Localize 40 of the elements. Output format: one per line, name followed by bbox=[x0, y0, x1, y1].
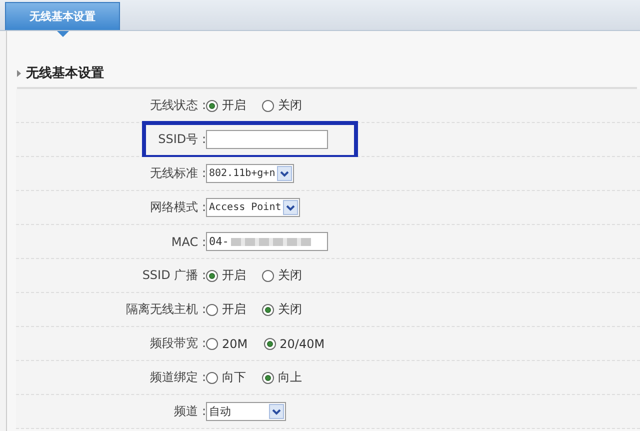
radio-button[interactable] bbox=[206, 270, 218, 282]
chevron-down-icon bbox=[277, 166, 292, 181]
option-label: 开启 bbox=[222, 301, 246, 318]
radio-button[interactable] bbox=[262, 372, 274, 384]
radio-button[interactable] bbox=[264, 338, 276, 350]
option-label: 开启 bbox=[222, 97, 246, 114]
option-label: 20M bbox=[222, 336, 248, 350]
radio-button[interactable] bbox=[206, 338, 218, 350]
radio-button[interactable] bbox=[206, 100, 218, 112]
field-label: MAC : bbox=[171, 234, 206, 248]
field-label: 无线标准 : bbox=[150, 165, 206, 182]
section-title: 无线基本设置 bbox=[26, 65, 104, 82]
field-label: SSID 广播 : bbox=[142, 267, 206, 284]
radio-button[interactable] bbox=[262, 100, 274, 112]
arrow-icon bbox=[17, 70, 21, 76]
field-label: 频道绑定 : bbox=[150, 369, 206, 386]
option-label: 关闭 bbox=[278, 97, 302, 114]
dropdown[interactable]: Access Point bbox=[206, 198, 300, 217]
dropdown[interactable]: 802.11b+g+n bbox=[206, 164, 294, 183]
chevron-down-icon bbox=[283, 200, 298, 215]
radio-button[interactable] bbox=[262, 304, 274, 316]
field-label: 频段带宽 : bbox=[150, 335, 206, 352]
mac-field[interactable]: 04- bbox=[206, 232, 328, 251]
option-label: 关闭 bbox=[278, 301, 302, 318]
ssid-field[interactable] bbox=[206, 130, 328, 149]
option-label: 开启 bbox=[222, 267, 246, 284]
option-label: 关闭 bbox=[278, 267, 302, 284]
option-label: 向下 bbox=[222, 369, 246, 386]
field-label: SSID号 : bbox=[158, 131, 206, 148]
option-label: 向上 bbox=[278, 369, 302, 386]
field-label: 频道 : bbox=[174, 403, 206, 420]
field-label: 无线状态 : bbox=[150, 97, 206, 114]
option-label: 20/40M bbox=[280, 336, 325, 350]
radio-button[interactable] bbox=[206, 372, 218, 384]
field-label: 网络模式 : bbox=[150, 199, 206, 216]
dropdown[interactable]: 自动 bbox=[206, 402, 286, 421]
radio-button[interactable] bbox=[262, 270, 274, 282]
radio-button[interactable] bbox=[206, 304, 218, 316]
field-label: 隔离无线主机 : bbox=[126, 301, 206, 318]
chevron-down-icon bbox=[269, 404, 284, 419]
